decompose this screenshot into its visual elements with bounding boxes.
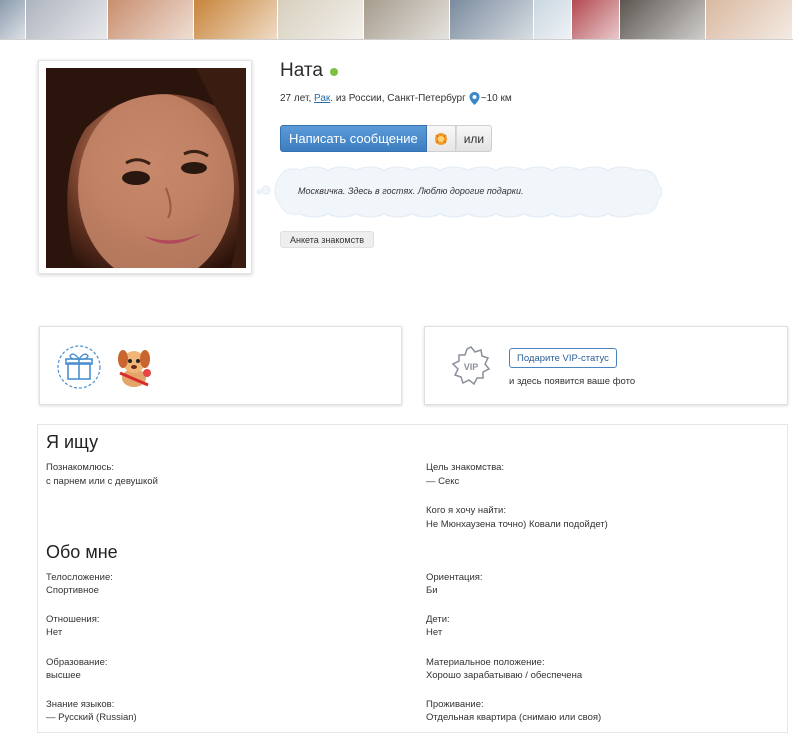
- send-gift-button[interactable]: [426, 125, 456, 152]
- zodiac-link[interactable]: Рак: [314, 93, 330, 104]
- profile-details: [37, 424, 788, 733]
- action-buttons: Написать сообщение или: [280, 125, 493, 152]
- goal-label: Цель знакомства:: [426, 462, 505, 473]
- write-message-button[interactable]: Написать сообщение: [280, 125, 427, 152]
- about-field-label: Материальное положение:: [426, 657, 545, 668]
- gifts-panel: [39, 326, 402, 405]
- strip-photo[interactable]: [278, 0, 364, 39]
- anketa-tab[interactable]: Анкета знакомств: [280, 231, 374, 248]
- about-field-label: Отношения:: [46, 614, 100, 625]
- about-field-value: — Русский (Russian): [46, 712, 137, 723]
- photo-strip: [0, 0, 793, 40]
- distance-text: ~10 км: [480, 93, 512, 104]
- meet-label: Познакомлюсь:: [46, 462, 114, 473]
- age-text: 27 лет,: [280, 93, 312, 104]
- strip-photo[interactable]: [108, 0, 194, 39]
- vip-badge-text: VIP: [464, 362, 479, 372]
- profile-name: Ната: [280, 60, 323, 81]
- about-field-value: Би: [426, 585, 438, 596]
- about-field-label: Телосложение:: [46, 572, 113, 583]
- online-indicator: [330, 68, 338, 76]
- strip-photo[interactable]: [620, 0, 706, 39]
- about-title: Обо мне: [46, 542, 118, 562]
- about-field-label: Дети:: [426, 614, 450, 625]
- strip-photo[interactable]: [194, 0, 278, 39]
- looking-for-title: Я ищу: [46, 432, 99, 452]
- goal-value: — Секс: [426, 476, 460, 487]
- about-field-value: Нет: [46, 627, 63, 638]
- strip-photo[interactable]: [364, 0, 450, 39]
- strip-photo[interactable]: [572, 0, 620, 39]
- strip-photo[interactable]: [0, 0, 26, 39]
- about-field-label: Образование:: [46, 657, 108, 668]
- strip-photo[interactable]: [450, 0, 534, 39]
- or-button[interactable]: или: [455, 125, 493, 152]
- about-field-label: Ориентация:: [426, 572, 483, 583]
- whom-value: Не Мюнхаузена точно) Ковали подойдет): [426, 519, 608, 530]
- strip-photo[interactable]: [706, 0, 793, 39]
- status-text: Москвичка. Здесь в гостях. Люблю дорогие…: [298, 186, 524, 196]
- strip-photo[interactable]: [534, 0, 572, 39]
- profile-photo[interactable]: [38, 60, 252, 274]
- about-field-value: Спортивное: [46, 585, 99, 596]
- avatar: [46, 68, 246, 268]
- about-field-value: Хорошо зарабатываю / обеспечена: [426, 670, 583, 681]
- about-field-value: высшее: [46, 670, 81, 681]
- sweet-icon: [434, 132, 447, 145]
- vip-panel: VIP Подарите VIP-статус и здесь появится…: [424, 326, 788, 405]
- about-field-label: Проживание:: [426, 699, 484, 710]
- about-field-label: Знание языков:: [46, 699, 115, 710]
- profile-info: 27 лет, Рак. из России, Санкт-Петербург …: [280, 92, 512, 105]
- about-field-value: Нет: [426, 627, 443, 638]
- strip-photo[interactable]: [26, 0, 108, 39]
- whom-label: Кого я хочу найти:: [426, 505, 506, 516]
- gift-vip-button[interactable]: Подарите VIP-статус: [509, 348, 617, 368]
- vip-note: и здесь появится ваше фото: [509, 376, 636, 387]
- vip-badge-icon: VIP: [450, 345, 492, 392]
- location-pin-icon: [469, 92, 480, 105]
- location-text: . из России, Санкт-Петербург: [330, 93, 466, 104]
- about-field-value: Отдельная квартира (снимаю или своя): [426, 712, 602, 723]
- dog-gift-icon[interactable]: [114, 345, 154, 394]
- gift-icon[interactable]: [57, 345, 101, 394]
- meet-value: с парнем или с девушкой: [46, 476, 158, 487]
